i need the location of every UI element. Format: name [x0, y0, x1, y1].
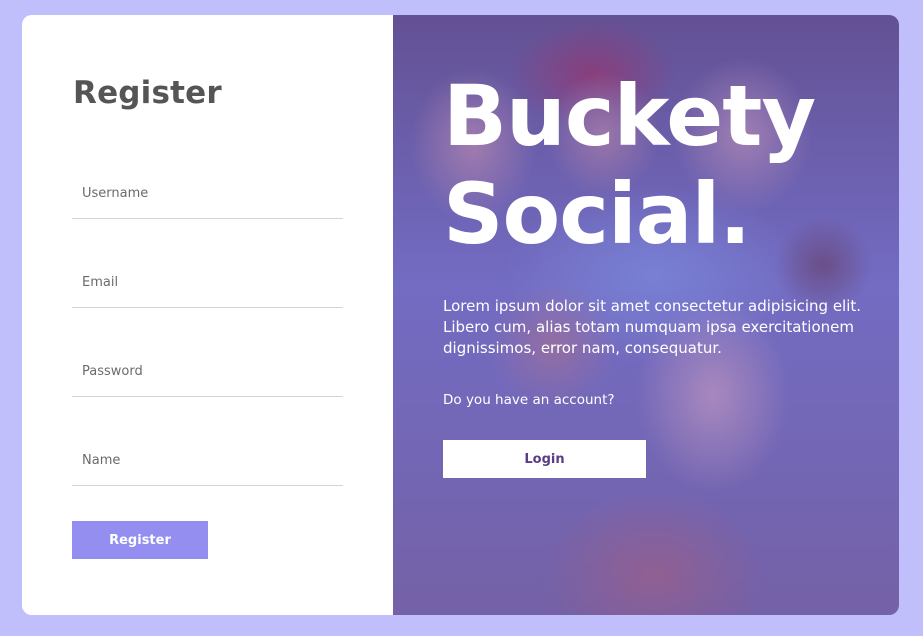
- password-input[interactable]: [72, 347, 343, 397]
- username-input[interactable]: [72, 169, 343, 219]
- register-card: Register Register Buckety Social. Lorem …: [22, 15, 899, 615]
- hero-panel: Buckety Social. Lorem ipsum dolor sit am…: [393, 15, 899, 615]
- brand-title: Buckety Social.: [443, 67, 816, 263]
- register-button[interactable]: Register: [72, 521, 208, 559]
- brand-line-2: Social.: [443, 165, 751, 263]
- email-input[interactable]: [72, 258, 343, 308]
- register-panel: Register Register: [22, 15, 393, 615]
- account-question: Do you have an account?: [443, 392, 615, 408]
- register-title: Register: [73, 75, 222, 111]
- name-input[interactable]: [72, 436, 343, 486]
- hero-description: Lorem ipsum dolor sit amet consectetur a…: [443, 297, 862, 357]
- login-button[interactable]: Login: [443, 440, 646, 478]
- brand-line-1: Buckety: [443, 67, 816, 165]
